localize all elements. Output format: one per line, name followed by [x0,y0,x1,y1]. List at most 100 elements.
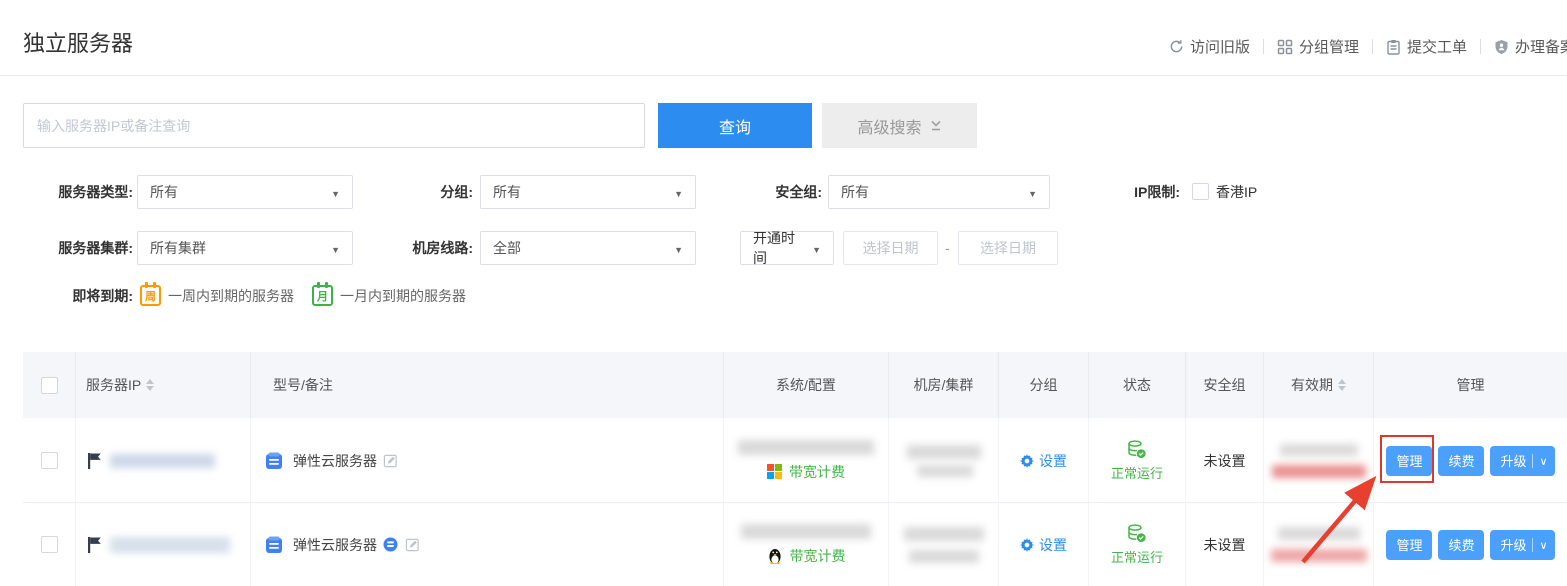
blurred-open-date [1280,444,1358,456]
blurred-server-ip [110,454,215,468]
visit-old-version-link[interactable]: 访问旧版 [1169,36,1250,57]
flag-icon [87,452,102,470]
group-management-link[interactable]: 分组管理 [1277,36,1359,57]
manage-button[interactable]: 管理 [1386,446,1432,476]
nav-divider [1263,39,1264,54]
blurred-datacenter [904,527,984,541]
time-type-select[interactable]: 开通时间 [740,231,834,265]
col-header-manage: 管理 [1373,352,1567,418]
manage-button[interactable]: 管理 [1386,530,1432,560]
row-checkbox[interactable] [41,452,58,469]
select-all-checkbox[interactable] [41,377,58,394]
group-label: 分组: [383,175,473,209]
hk-ip-checkbox[interactable] [1192,183,1209,200]
model-remark-cell: 弹性云服务器 [250,503,723,586]
advanced-search-button[interactable]: 高级搜索 [822,103,977,148]
caret-down-icon [331,184,340,200]
server-icon [263,534,285,556]
status-text: 正常运行 [1111,463,1163,482]
system-config-cell: 带宽计费 [723,418,888,503]
group-set-link[interactable]: 设置 [1020,451,1067,471]
blurred-expire-date [1271,549,1367,562]
caret-down-icon [674,240,683,256]
date-range-separator: - [945,231,950,265]
group-set-link[interactable]: 设置 [1020,535,1067,555]
cluster-select[interactable]: 所有集群 [137,231,353,265]
calendar-week-icon[interactable]: 周 [140,285,161,306]
chevron-down-icon[interactable] [1539,537,1547,552]
col-header-model-remark: 型号/备注 [250,352,723,418]
group-select[interactable]: 所有 [480,175,696,209]
server-type-select[interactable]: 所有 [137,175,353,209]
gear-icon [1020,538,1034,552]
renew-button[interactable]: 续费 [1438,446,1484,476]
button-divider [1532,538,1533,552]
group-cell: 设置 [998,503,1088,586]
billing-type: 带宽计费 [789,462,845,482]
query-button[interactable]: 查询 [658,103,812,148]
expire-week-text[interactable]: 一周内到期的服务器 [168,284,294,308]
status-cell: 正常运行 [1088,503,1185,586]
datacenter-cell [888,418,998,503]
col-header-validity[interactable]: 有效期 [1263,352,1373,418]
line-label: 机房线路: [383,231,473,265]
line-select[interactable]: 全部 [480,231,696,265]
cluster-badge-icon [383,537,398,552]
gear-icon [1020,454,1034,468]
calendar-month-icon[interactable]: 月 [312,285,333,306]
upgrade-split-button[interactable]: 升级 [1490,530,1554,560]
caret-down-icon [331,240,340,256]
model-name: 弹性云服务器 [293,535,377,555]
sort-icon[interactable] [146,379,154,391]
upgrade-split-button[interactable]: 升级 [1490,446,1554,476]
model-name: 弹性云服务器 [293,451,377,471]
blurred-cluster [909,550,979,563]
badge-icon [1494,39,1509,55]
blurred-config [741,524,871,539]
billing-type: 带宽计费 [790,546,846,566]
dedicated-server-page: 独立服务器 访问旧版 分组管理 提交工单 办理备案 [0,0,1567,586]
select-all-checkbox-cell [23,352,75,418]
filing-link[interactable]: 办理备案 [1494,36,1567,57]
system-config-cell: 带宽计费 [723,503,888,586]
status-running-icon [1126,523,1147,544]
windows-icon [767,464,782,479]
expire-label: 即将到期: [23,285,133,307]
edit-icon[interactable] [405,537,420,552]
blurred-server-ip [110,537,230,553]
security-group-select[interactable]: 所有 [828,175,1050,209]
validity-cell [1263,418,1373,503]
col-header-status: 状态 [1088,352,1185,418]
validity-cell [1263,503,1373,586]
security-group-cell: 未设置 [1185,503,1263,586]
button-divider [1532,454,1533,468]
hk-ip-option-label: 香港IP [1216,175,1276,209]
chevron-down-icon[interactable] [1539,453,1547,468]
edit-icon[interactable] [383,453,398,468]
status-text: 正常运行 [1111,547,1163,566]
col-header-system-config: 系统/配置 [723,352,888,418]
status-running-icon [1126,439,1147,460]
expire-month-text[interactable]: 一月内到期的服务器 [340,284,466,308]
search-input[interactable] [23,103,645,148]
security-group-cell: 未设置 [1185,418,1263,503]
row-checkbox[interactable] [41,536,58,553]
blurred-config [738,440,874,455]
date-end-input[interactable]: 选择日期 [958,231,1058,265]
manage-cell: 管理 续费 升级 [1373,503,1567,586]
refresh-icon [1169,39,1184,54]
flag-icon [87,536,102,554]
server-ip-cell [75,418,250,503]
server-ip-cell [75,503,250,586]
date-start-input[interactable]: 选择日期 [843,231,938,265]
linux-icon [767,547,783,565]
col-header-security-group: 安全组 [1185,352,1263,418]
submit-ticket-link[interactable]: 提交工单 [1386,36,1467,57]
grid-icon [1277,39,1293,55]
renew-button[interactable]: 续费 [1438,530,1484,560]
sort-icon[interactable] [1338,379,1346,391]
header-divider [0,75,1567,76]
clipboard-icon [1386,39,1401,55]
blurred-expire-date [1272,465,1366,478]
col-header-server-ip[interactable]: 服务器IP [75,352,250,418]
